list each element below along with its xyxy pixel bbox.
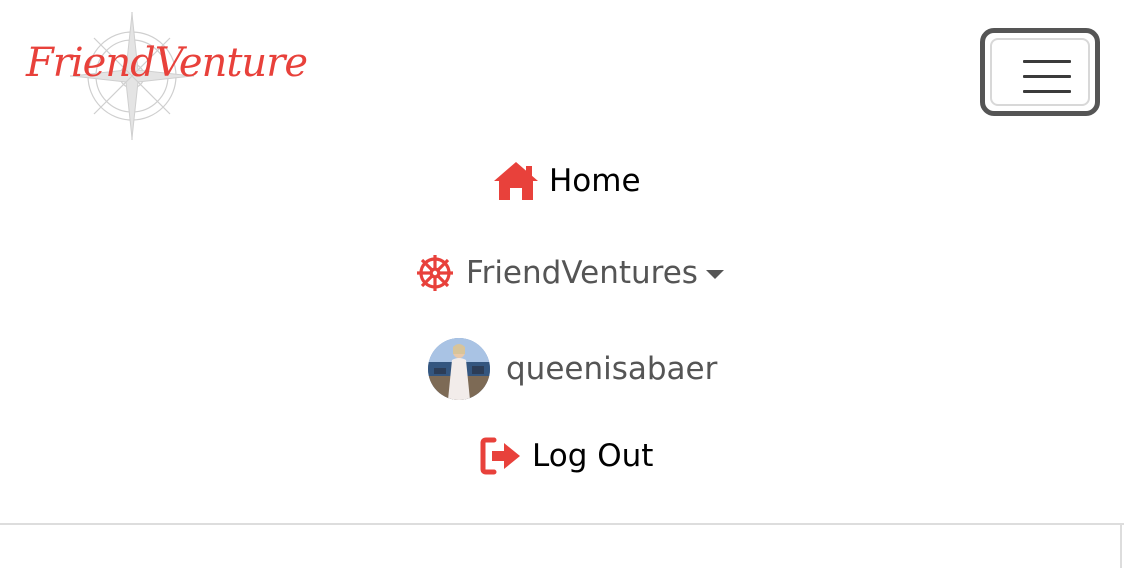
nav-home-label: Home (549, 163, 641, 199)
nav-home-link[interactable]: Home (492, 160, 641, 202)
nav-logout-link[interactable]: Log Out (480, 436, 653, 476)
nav-user-profile-link[interactable]: queenisabaer (428, 338, 717, 400)
sign-out-icon (480, 436, 522, 476)
house-icon (492, 160, 540, 202)
nav-friendventures-label: FriendVentures (466, 255, 698, 291)
navbar: FriendVenture Home FriendVentures queeni… (0, 0, 1124, 525)
chevron-down-icon (705, 269, 724, 279)
brand-wordmark: FriendVenture (26, 40, 308, 86)
dharma-wheel-icon (414, 252, 456, 294)
nav-username-label: queenisabaer (506, 351, 718, 387)
nav-logout-label: Log Out (532, 438, 654, 474)
brand-logo[interactable]: FriendVenture (22, 10, 308, 142)
navbar-toggler-button[interactable] (980, 28, 1100, 116)
avatar (428, 338, 490, 400)
toggler-focus-ring (990, 38, 1090, 106)
nav-friendventures-dropdown[interactable]: FriendVentures (414, 252, 724, 294)
page-content-area (0, 525, 1122, 568)
